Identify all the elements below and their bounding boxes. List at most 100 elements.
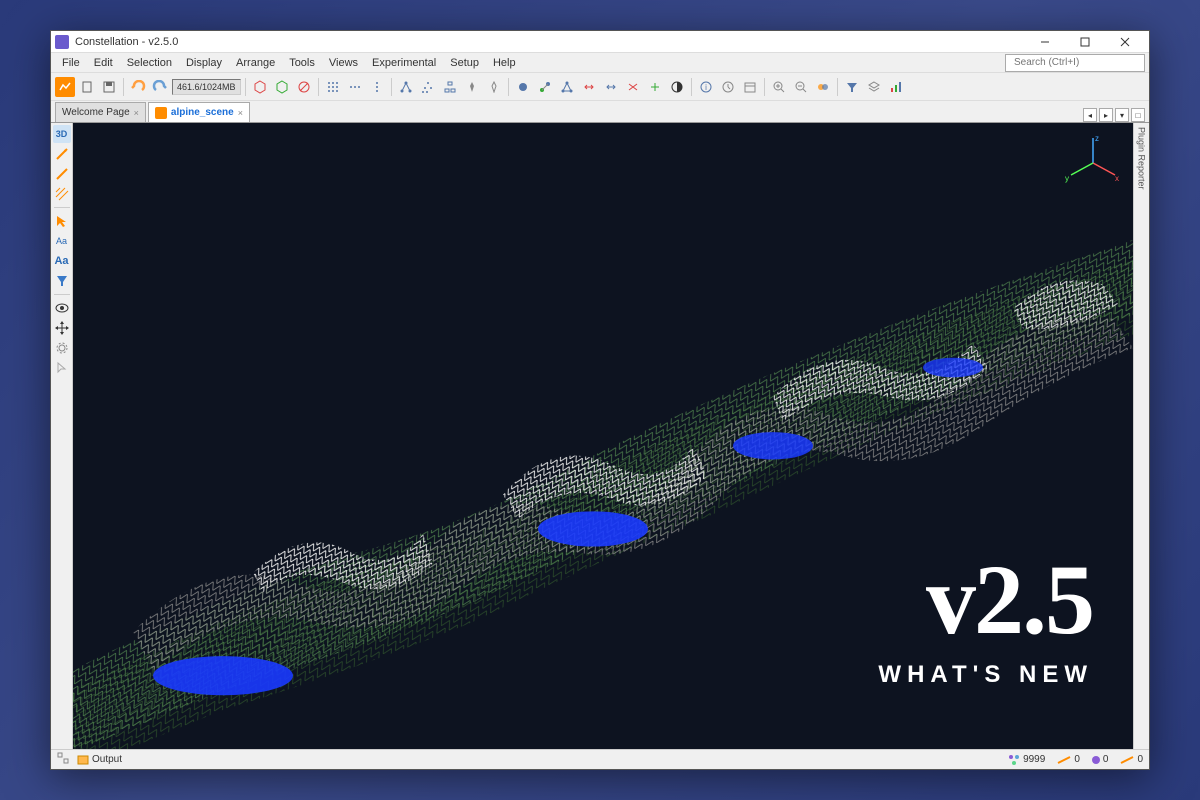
triangle-button[interactable]	[557, 77, 577, 97]
graph-icon	[59, 81, 71, 93]
right-rail[interactable]: Plugin Reporter	[1133, 123, 1149, 749]
filter-button[interactable]	[842, 77, 862, 97]
menu-tools[interactable]: Tools	[282, 55, 322, 71]
unpin-icon	[488, 81, 500, 93]
tab-close-icon[interactable]: ×	[238, 108, 243, 118]
grid-button[interactable]	[323, 77, 343, 97]
pointer-tool-button[interactable]	[53, 359, 71, 377]
search-input[interactable]	[1014, 57, 1146, 68]
gear-tool-button[interactable]	[53, 339, 71, 357]
line-tool-button[interactable]	[53, 165, 71, 183]
arrows-red-button[interactable]	[579, 77, 599, 97]
layers-icon	[868, 81, 880, 93]
expand-button[interactable]	[645, 77, 665, 97]
tree-button[interactable]	[396, 77, 416, 97]
menubar: File Edit Selection Display Arrange Tool…	[51, 53, 1149, 73]
undo-button[interactable]	[128, 77, 148, 97]
eye-tool-button[interactable]	[53, 299, 71, 317]
filter-tool-button[interactable]	[53, 272, 71, 290]
tab-maximize-button[interactable]: □	[1131, 108, 1145, 122]
svg-text:y: y	[1065, 174, 1069, 183]
arrows-blue-icon	[605, 81, 617, 93]
tab-prev-button[interactable]: ◂	[1083, 108, 1097, 122]
zoom-out-button[interactable]	[791, 77, 811, 97]
node-icon	[517, 81, 529, 93]
zoom-out-icon	[795, 81, 807, 93]
close-button[interactable]	[1105, 31, 1145, 53]
chart-button[interactable]	[886, 77, 906, 97]
zoom-in-icon	[773, 81, 785, 93]
line-button[interactable]	[345, 77, 365, 97]
window-list-icon[interactable]	[57, 752, 69, 767]
arrows-blue-button[interactable]	[601, 77, 621, 97]
close-icon	[1120, 37, 1130, 47]
axis-icon: z x y	[1063, 133, 1123, 193]
tab-welcome[interactable]: Welcome Page ×	[55, 102, 146, 122]
menu-setup[interactable]: Setup	[443, 55, 486, 71]
menu-display[interactable]: Display	[179, 55, 229, 71]
search-box[interactable]	[1005, 54, 1145, 72]
menu-arrange[interactable]: Arrange	[229, 55, 282, 71]
graph-viewport[interactable]: z x y v2.5 WHAT'S NEW	[73, 123, 1133, 749]
filter-icon	[846, 81, 858, 93]
arrow-tool-button[interactable]	[53, 145, 71, 163]
new-graph-button[interactable]	[55, 77, 75, 97]
contrast-button[interactable]	[667, 77, 687, 97]
shuffle-button[interactable]	[623, 77, 643, 97]
selection-nodes-stat: 0	[1092, 754, 1109, 765]
tree2-button[interactable]	[418, 77, 438, 97]
menu-file[interactable]: File	[55, 55, 87, 71]
hexagon-green-button[interactable]	[272, 77, 292, 97]
color-button[interactable]	[813, 77, 833, 97]
info-button[interactable]: i	[696, 77, 716, 97]
move-icon	[55, 321, 69, 335]
contrast-icon	[671, 81, 683, 93]
unpin-button[interactable]	[484, 77, 504, 97]
tabstrip: Welcome Page × alpine_scene × ◂ ▸ ▾ □	[51, 101, 1149, 123]
document-icon	[81, 81, 93, 93]
expand-icon	[649, 81, 661, 93]
node-button[interactable]	[513, 77, 533, 97]
tab-next-button[interactable]: ▸	[1099, 108, 1113, 122]
text-large-button[interactable]: Aa	[53, 252, 71, 270]
menu-selection[interactable]: Selection	[120, 55, 179, 71]
edge-button[interactable]	[535, 77, 555, 97]
minimize-button[interactable]	[1025, 31, 1065, 53]
tab-close-icon[interactable]: ×	[134, 108, 139, 118]
layers-button[interactable]	[864, 77, 884, 97]
zoom-in-button[interactable]	[769, 77, 789, 97]
tab-alpine-scene[interactable]: alpine_scene ×	[148, 102, 250, 122]
select-arrow-button[interactable]	[53, 212, 71, 230]
promo-overlay: v2.5 WHAT'S NEW	[878, 555, 1093, 689]
circle-stop-button[interactable]	[294, 77, 314, 97]
menu-edit[interactable]: Edit	[87, 55, 120, 71]
clock-button[interactable]	[718, 77, 738, 97]
line-icon	[55, 167, 69, 181]
maximize-button[interactable]	[1065, 31, 1105, 53]
text-small-button[interactable]: Aa	[53, 232, 71, 250]
move-tool-button[interactable]	[53, 319, 71, 337]
hatch-tool-button[interactable]	[53, 185, 71, 203]
statusbar: Output 9999 0 0 0	[51, 749, 1149, 769]
undo-icon	[130, 80, 146, 94]
save-button[interactable]	[99, 77, 119, 97]
calendar-button[interactable]	[740, 77, 760, 97]
hexagon-button[interactable]	[250, 77, 270, 97]
pin-button[interactable]	[462, 77, 482, 97]
tab-menu-button[interactable]: ▾	[1115, 108, 1129, 122]
dots-icon	[349, 81, 361, 93]
redo-button[interactable]	[150, 77, 170, 97]
menu-views[interactable]: Views	[322, 55, 365, 71]
menu-experimental[interactable]: Experimental	[365, 55, 443, 71]
axis-gizmo[interactable]: z x y	[1063, 133, 1123, 193]
chart-icon	[890, 81, 902, 93]
vline-button[interactable]	[367, 77, 387, 97]
output-icon	[77, 754, 89, 766]
output-panel-button[interactable]: Output	[77, 754, 122, 766]
tab-label: Welcome Page	[62, 107, 130, 118]
open-button[interactable]	[77, 77, 97, 97]
hierarchy-button[interactable]	[440, 77, 460, 97]
menu-help[interactable]: Help	[486, 55, 523, 71]
mode-3d-button[interactable]: 3D	[53, 125, 71, 143]
shuffle-icon	[627, 81, 639, 93]
